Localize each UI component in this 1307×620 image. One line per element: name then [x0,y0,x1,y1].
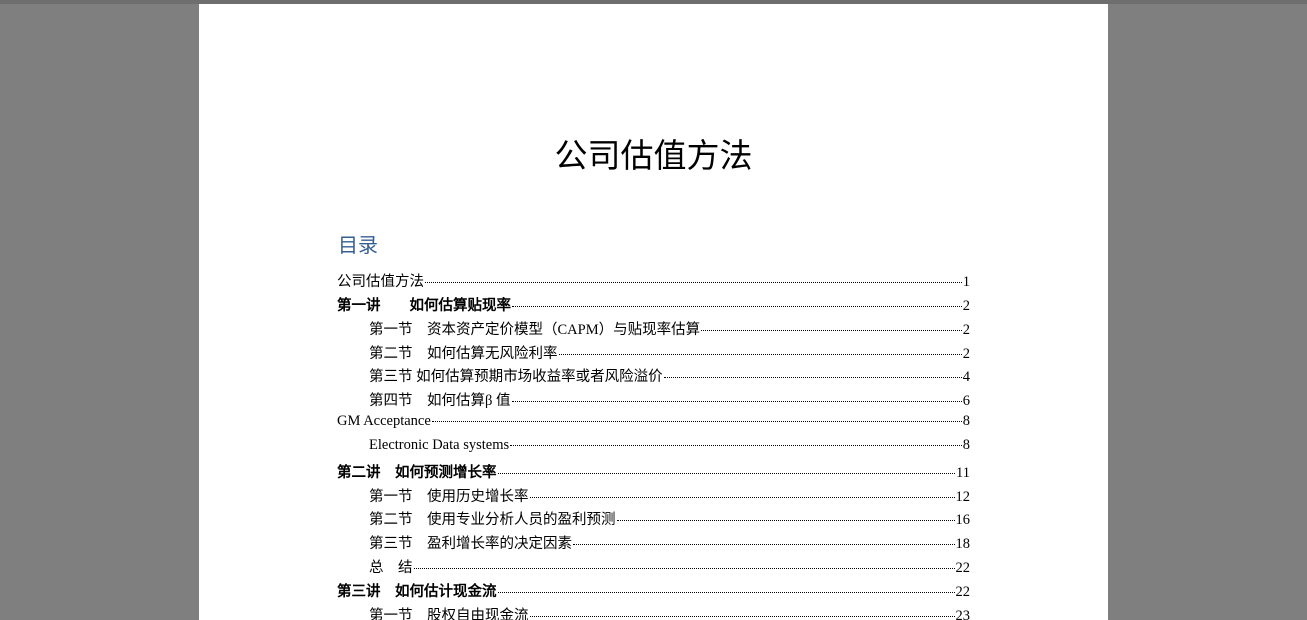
toc-entry-page-number: 2 [962,321,970,338]
toc-entry[interactable]: 总 结 22 [337,556,970,580]
toc-entry-page-number: 12 [955,488,971,505]
toc-dot-leader [529,496,955,498]
toc-entry-text: 第一节 股权自由现金流 [369,607,529,620]
toc-entry-page-number: 23 [955,607,971,620]
toc-entry-text: 第一节 使用历史增长率 [369,488,529,505]
toc-entry-page-number: 6 [962,393,970,410]
toc-entry-page-number: 1 [962,274,970,290]
toc-entry-text: Electronic Data systems [369,436,510,453]
toc-entry[interactable]: 第一节 股权自由现金流 23 [337,604,970,620]
toc-entry-page-number: 2 [962,345,970,362]
toc-heading: 目录 [338,233,378,257]
toc-entry-text: 第四节 如何估算β 值 [369,393,511,410]
toc-entry[interactable]: 第三节 盈利增长率的决定因素 18 [337,532,970,556]
toc-entry-text: 公司估值方法 [337,274,424,290]
toc-entry-text: 第一节 资本资产定价模型（CAPM）与贴现率估算 [369,321,701,338]
toc-entry-page-number: 11 [956,464,970,481]
toc-entry-page-number: 8 [962,436,970,453]
toc-entry[interactable]: 第三讲 如何估计现金流 22 [337,580,970,604]
toc-entry-text: 第三节 盈利增长率的决定因素 [369,536,572,553]
toc-dot-leader [497,472,956,474]
toc-dot-leader [616,520,955,522]
toc-entry[interactable]: 第三节 如何估算预期市场收益率或者风险溢价 4 [337,365,970,389]
toc-entry[interactable]: 第二节 使用专业分析人员的盈利预测 16 [337,508,970,532]
toc-entry[interactable]: 第四节 如何估算β 值 6 [337,389,970,413]
toc-entry-page-number: 2 [962,297,970,314]
toc-entry-text: 总 结 [369,560,413,577]
toc-dot-leader [663,377,962,379]
toc-entry[interactable]: 公司估值方法 1 [337,270,970,294]
document-title: 公司估值方法 [554,136,753,175]
toc-entry[interactable]: 第一节 使用历史增长率 12 [337,485,970,509]
toc-entry-page-number: 8 [962,413,970,430]
toc-entry-text: GM Acceptance [337,413,431,430]
toc-entry[interactable]: 第二节 如何估算无风险利率 2 [337,342,970,366]
toc-dot-leader [413,568,955,570]
toc-entry-text: 第一讲 如何估算贴现率 [337,297,511,314]
toc-dot-leader [701,329,962,331]
toc-dot-leader [573,544,955,546]
document-viewer: 公司估值方法 目录 公司估值方法 1 第一讲 如何估算贴现率 2 第一节 资本资产定价模… [0,0,1307,620]
document-page: 公司估值方法 目录 公司估值方法 1 第一讲 如何估算贴现率 2 第一节 资本资产定价模… [199,4,1108,620]
toc-entry[interactable]: GM Acceptance 8 [337,413,970,437]
table-of-contents: 公司估值方法 1 第一讲 如何估算贴现率 2 第一节 资本资产定价模型（CAPM）与贴现… [337,270,970,620]
toc-dot-leader [511,401,962,403]
toc-entry-page-number: 4 [962,369,970,386]
toc-dot-leader [431,421,962,423]
toc-dot-leader [558,353,962,355]
toc-entry-page-number: 22 [955,560,971,577]
toc-entry[interactable]: 第二讲 如何预测增长率 11 [337,461,970,485]
toc-entry[interactable]: Electronic Data systems 8 [337,437,970,461]
toc-dot-leader [425,282,962,283]
toc-entry-text: 第二讲 如何预测增长率 [337,464,497,481]
toc-entry-text: 第二节 使用专业分析人员的盈利预测 [369,512,616,529]
toc-entry-text: 第三讲 如何估计现金流 [337,583,497,600]
toc-entry-text: 第二节 如何估算无风险利率 [369,345,558,362]
toc-dot-leader [510,444,962,446]
toc-entry-page-number: 22 [955,583,971,600]
toc-dot-leader [512,305,962,307]
toc-dot-leader [497,591,955,593]
toc-entry-text: 第三节 如何估算预期市场收益率或者风险溢价 [369,369,663,386]
toc-entry[interactable]: 第一节 资本资产定价模型（CAPM）与贴现率估算 2 [337,318,970,342]
toc-dot-leader [529,615,955,617]
toc-entry-page-number: 16 [955,512,971,529]
toc-entry[interactable]: 第一讲 如何估算贴现率 2 [337,294,970,318]
toc-entry-page-number: 18 [955,536,971,553]
